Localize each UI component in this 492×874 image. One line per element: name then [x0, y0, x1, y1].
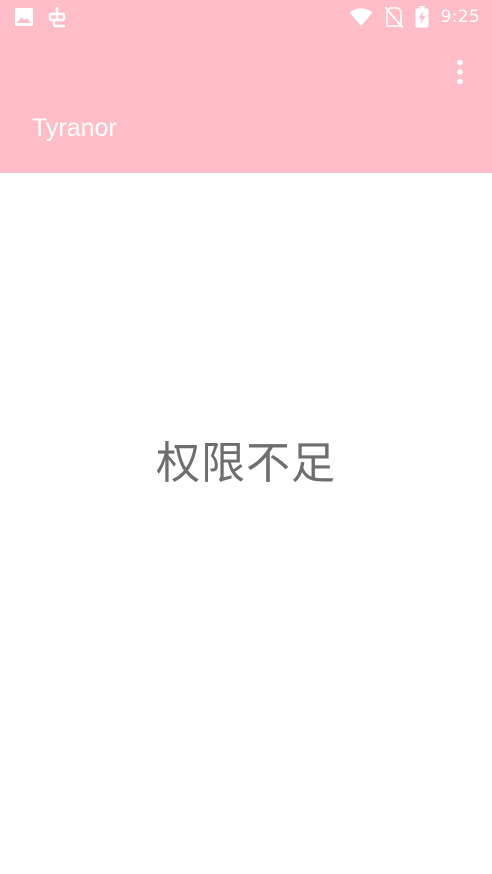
status-bar-right: 9:25	[349, 6, 480, 28]
permission-denied-message: 权限不足	[156, 438, 336, 489]
battery-charging-icon	[415, 6, 429, 28]
image-icon	[15, 8, 33, 26]
status-bar: 9:25	[0, 0, 492, 34]
status-bar-left	[14, 6, 68, 28]
wifi-icon	[349, 8, 373, 26]
content-area: 权限不足	[0, 173, 492, 874]
status-time: 9:25	[440, 7, 480, 27]
overflow-menu-button[interactable]	[442, 54, 478, 90]
app-title: Tyranor	[32, 114, 117, 142]
no-sim-icon	[384, 7, 403, 28]
bug-icon	[48, 6, 66, 28]
more-vert-icon	[457, 59, 463, 85]
screen: 9:25 Tyranor 权限不足	[0, 0, 492, 874]
app-bar: Tyranor	[0, 34, 492, 173]
